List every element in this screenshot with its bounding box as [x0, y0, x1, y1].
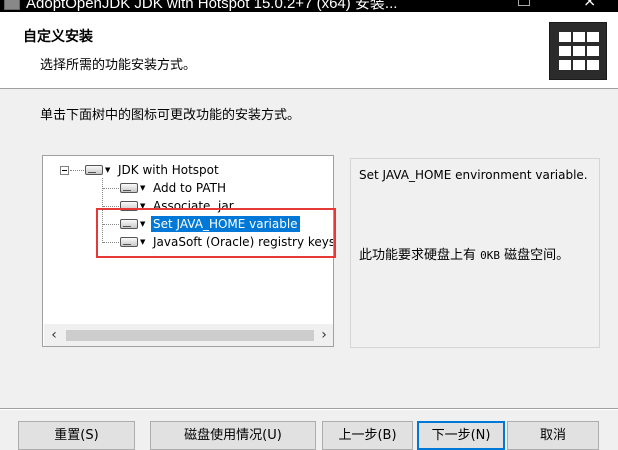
feature-tree[interactable]: ▼ JDK with Hotspot ▼ Add to PATH ▼ Assoc… — [42, 155, 334, 347]
tree-item-associate-jar[interactable]: Associate .jar — [151, 198, 236, 214]
cancel-button[interactable]: 取消 — [507, 421, 599, 450]
dropdown-arrow-icon[interactable]: ▼ — [140, 221, 145, 228]
installer-logo-icon — [549, 22, 607, 80]
dropdown-arrow-icon[interactable]: ▼ — [140, 239, 145, 246]
scroll-left-icon[interactable]: ‹ — [47, 327, 61, 343]
window-title: AdoptOpenJDK JDK with Hotspot 15.0.2+7 (… — [26, 0, 398, 12]
scroll-right-icon[interactable]: › — [317, 327, 331, 343]
drive-icon[interactable] — [120, 183, 138, 193]
horizontal-scrollbar[interactable]: ‹ › — [44, 324, 333, 346]
feature-description: Set JAVA_HOME environment variable. — [359, 168, 588, 182]
tree-connector — [103, 206, 119, 207]
back-button[interactable]: 上一步(B) — [322, 421, 413, 450]
tree-connector — [70, 170, 84, 171]
disk-space-requirement: 此功能要求硬盘上有 0KB 磁盘空间。 — [359, 247, 589, 264]
scrollbar-thumb[interactable] — [66, 330, 314, 341]
tree-connector — [103, 188, 119, 189]
instruction-text: 单击下面树中的图标可更改功能的安装方式。 — [40, 108, 301, 123]
page-subtitle: 选择所需的功能安装方式。 — [40, 58, 197, 73]
tree-connector — [103, 242, 119, 243]
dropdown-arrow-icon[interactable]: ▼ — [140, 203, 145, 210]
window-titlebar: AdoptOpenJDK JDK with Hotspot 15.0.2+7 (… — [0, 0, 618, 12]
tree-item-javasoft-registry-keys[interactable]: JavaSoft (Oracle) registry keys — [151, 234, 333, 250]
tree-connector — [103, 224, 119, 225]
header-banner: 自定义安装 选择所需的功能安装方式。 — [0, 12, 618, 89]
disk-space-suffix: 磁盘空间。 — [500, 248, 570, 263]
reset-button[interactable]: 重置(S) — [18, 421, 135, 450]
collapse-icon[interactable] — [60, 166, 69, 175]
drive-icon[interactable] — [85, 165, 103, 175]
close-icon[interactable]: × — [583, 0, 596, 10]
drive-icon[interactable] — [120, 219, 138, 229]
page-title: 自定义安装 — [23, 29, 93, 45]
installer-app-icon — [4, 0, 20, 10]
drive-icon[interactable] — [120, 237, 138, 247]
feature-description-panel: Set JAVA_HOME environment variable. 此功能要… — [350, 158, 600, 348]
footer-divider — [0, 408, 618, 410]
tree-root-label[interactable]: JDK with Hotspot — [116, 162, 221, 178]
disk-usage-button[interactable]: 磁盘使用情况(U) — [150, 421, 316, 450]
dropdown-arrow-icon[interactable]: ▼ — [140, 185, 145, 192]
disk-space-prefix: 此功能要求硬盘上有 — [359, 248, 481, 263]
maximize-icon[interactable] — [518, 0, 530, 6]
next-button[interactable]: 下一步(N) — [417, 421, 505, 450]
tree-item-add-to-path[interactable]: Add to PATH — [151, 180, 228, 196]
drive-icon[interactable] — [120, 201, 138, 211]
dropdown-arrow-icon[interactable]: ▼ — [105, 167, 110, 174]
tree-item-set-java-home[interactable]: Set JAVA_HOME variable — [151, 216, 300, 232]
disk-space-size: 0KB — [480, 249, 501, 262]
